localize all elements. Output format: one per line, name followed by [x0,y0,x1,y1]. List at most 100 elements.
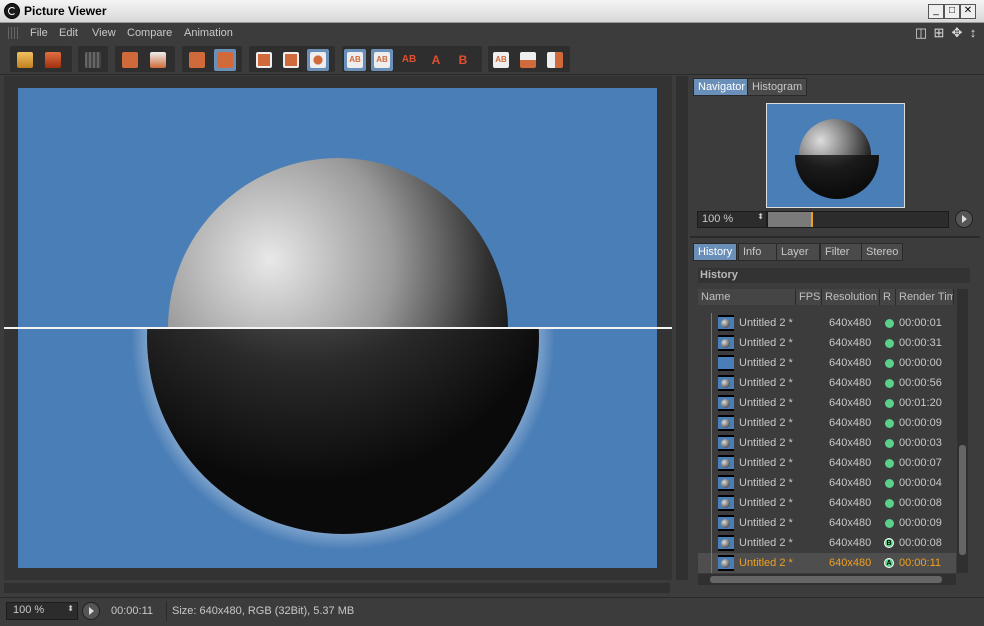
zoom-slider-fill [768,212,812,227]
column-name[interactable]: Name [698,289,796,305]
sphere-thumb-icon [721,339,730,348]
sphere-thumb-icon [721,399,730,408]
status-dot-icon [885,319,894,328]
navigator-zoom-slider[interactable] [767,211,949,228]
render-thumbnail [718,475,734,491]
sphere-thumb-icon [721,519,730,528]
render-thumbnail [718,375,734,391]
render-region-button[interactable] [119,49,141,71]
row-name: Untitled 2 * [739,517,793,529]
tab-stereo[interactable]: Stereo [861,243,904,261]
minimize-button[interactable]: _ [928,4,944,19]
tab-histogram[interactable]: Histogram [747,78,808,96]
history-row[interactable]: Untitled 2 * 640x480 00:00:01 [698,313,956,333]
history-heading: History [698,268,970,283]
tab-info[interactable]: Info [738,243,780,261]
open-file-button[interactable] [14,49,36,71]
tree-line [711,513,712,533]
column-resolution[interactable]: Resolution [822,289,880,305]
history-vertical-scrollbar[interactable] [957,289,968,573]
navigator-play-button[interactable] [955,210,973,228]
render-thumbnail [718,515,734,531]
compare-ab-diff-button[interactable]: AB [371,49,393,71]
split-line[interactable] [4,327,672,329]
viewport-vertical-scrollbar[interactable] [676,76,688,580]
new-panel-icon[interactable]: ⊞ [932,26,946,40]
history-scroll-thumb[interactable] [959,445,966,555]
menu-edit[interactable]: Edit [59,27,78,39]
render-user-button[interactable] [147,49,169,71]
row-resolution: 640x480 [829,497,872,509]
window-title: Picture Viewer [24,4,107,18]
set-b-button[interactable]: B [452,49,474,71]
file-tool-group [10,46,72,72]
close-button[interactable]: ✕ [960,4,976,19]
status-zoom-value: 100 % [13,604,45,616]
swap-ab-button[interactable] [544,49,566,71]
status-dot-icon [885,519,894,528]
history-row[interactable]: Untitled 2 * 640x480 00:00:09 [698,513,956,533]
view-layers-button[interactable] [307,49,329,71]
menu-animation[interactable]: Animation [184,27,233,39]
history-row[interactable]: Untitled 2 * 640x480 B 00:00:08 [698,533,956,553]
history-row[interactable]: Untitled 2 * 640x480 00:00:31 [698,333,956,353]
zoom-stepper-icon[interactable]: ⬍ [757,212,764,221]
history-horizontal-scrollbar[interactable] [698,574,956,585]
tree-line [711,493,712,513]
compare-marker-a: A [884,558,894,568]
navigator-zoom-field[interactable]: 100 % ⬍ [697,211,767,228]
set-a-icon: A [431,53,441,67]
history-row[interactable]: Untitled 2 * 640x480 00:00:56 [698,373,956,393]
history-row[interactable]: Untitled 2 * 640x480 00:00:09 [698,413,956,433]
tree-line [711,553,712,573]
view-image-button[interactable] [253,49,275,71]
history-row[interactable]: Untitled 2 * 640x480 00:00:00 [698,353,956,373]
sphere-thumb-icon [721,539,730,548]
filter-button[interactable] [82,49,104,71]
column-r[interactable]: R [880,289,896,305]
menu-compare[interactable]: Compare [127,27,172,39]
resize-icon[interactable]: ↕ [966,26,980,40]
status-divider [166,601,167,621]
split-horizontal-button[interactable]: AB [490,49,512,71]
zoom-slider-handle[interactable] [811,212,813,227]
navigator-thumbnail[interactable] [766,103,905,208]
tab-history[interactable]: History [693,243,738,261]
viewport-horizontal-scrollbar[interactable] [4,583,670,593]
column-fps[interactable]: FPS [796,289,822,305]
panel-layout-icon[interactable]: ◫ [914,26,928,40]
menu-file[interactable]: File [30,27,48,39]
tab-layer[interactable]: Layer [776,243,820,261]
move-icon[interactable]: ✥ [950,26,964,40]
row-render-time: 00:00:00 [899,357,942,369]
status-zoom-stepper-icon[interactable]: ⬍ [67,604,74,613]
set-a-button[interactable]: A [425,49,447,71]
status-dot-icon [885,459,894,468]
history-hscroll-thumb[interactable] [710,576,942,583]
menu-view[interactable]: View [92,27,116,39]
history-row[interactable]: Untitled 2 * 640x480 00:01:20 [698,393,956,413]
column-render-time[interactable]: Render Tim [896,289,954,305]
render-region-icon [122,52,138,68]
render-thumbnail [718,335,734,351]
maximize-button[interactable]: □ [944,4,960,19]
delete-image-button[interactable] [186,49,208,71]
tab-filter[interactable]: Filter [820,243,864,261]
status-zoom-field[interactable]: 100 % ⬍ [6,602,78,620]
split-vertical-button[interactable] [517,49,539,71]
row-name: Untitled 2 * [739,477,793,489]
tree-line [711,433,712,453]
delete-all-button[interactable] [214,49,236,71]
history-row[interactable]: Untitled 2 * 640x480 00:00:07 [698,453,956,473]
compare-ab-button[interactable]: AB [344,49,366,71]
compare-ab-view-button[interactable]: AB [398,49,420,71]
set-b-icon: B [458,53,468,67]
view-alpha-button[interactable] [280,49,302,71]
tab-navigator[interactable]: Navigator [693,78,751,96]
history-row[interactable]: Untitled 2 * 640x480 00:00:03 [698,433,956,453]
save-as-button[interactable] [42,49,64,71]
history-row[interactable]: Untitled 2 * 640x480 00:00:04 [698,473,956,493]
history-row[interactable]: Untitled 2 * 640x480 00:00:08 [698,493,956,513]
history-row[interactable]: Untitled 2 * 640x480 A 00:00:11 [698,553,956,573]
status-play-button[interactable] [82,602,100,620]
